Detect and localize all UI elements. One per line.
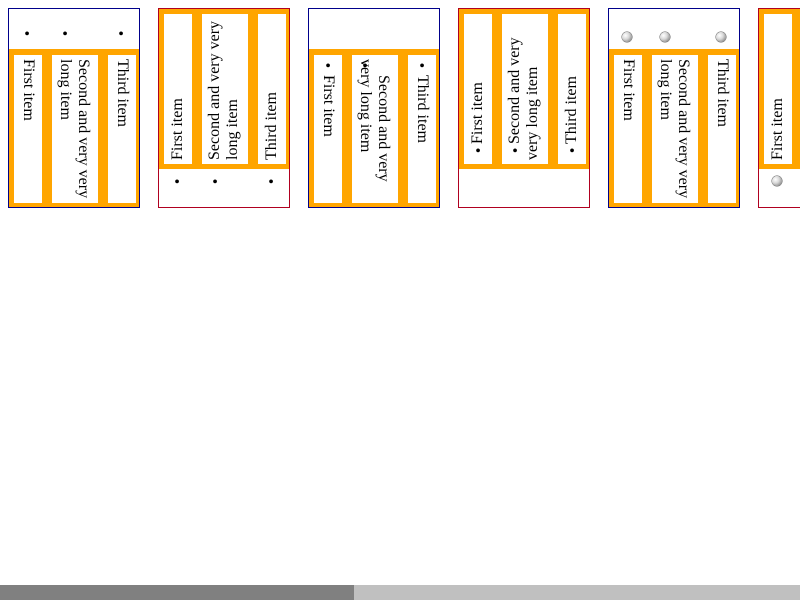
ordered-list: First item Second and very very long ite… [609,49,739,207]
list-item: First item [164,14,192,164]
list-item: First item [614,55,642,203]
list-item-text-third: Third item [414,75,431,143]
bullet-marker-2: • [62,26,68,43]
list-item-text-third: Third item [714,59,731,127]
image-bullet-icon [716,32,726,42]
list-item-text-second: Second and very very long item [506,37,541,160]
list-item-text-first: First item [320,75,337,137]
image-bullet-icon [660,32,670,42]
bullet-marker-inside: • [475,143,481,160]
list-item: Second and very very long item [652,55,698,203]
list-item-text-second: Second and very very long item [206,20,241,160]
list-item-text-first: First item [769,98,786,160]
list-item: First item [764,14,792,164]
list-item-text-third: Third item [563,76,580,144]
list-box-6: First item [758,8,800,208]
image-bullet-icon [622,32,632,42]
list-box-2: First item Second and very very long ite… [158,8,290,208]
image-bullet-icon [772,176,782,186]
ordered-list: First item Second and very very long ite… [159,9,289,169]
list-item: First item • [464,14,492,164]
list-box-3: • First item • Second and very very long… [308,8,440,208]
bullet-marker-inside: • [325,58,331,75]
list-item-text-first: First item [169,98,186,160]
list-item: • First item [314,55,342,203]
list-item: First item [14,55,42,203]
list-item-text-second: Second and very very long item [357,59,392,182]
list-item-text-second: Second and very very long item [657,59,692,199]
list-item: Second and very very long item • [502,14,548,164]
scrollbar-thumb[interactable] [0,585,354,600]
list-item: • Third item [408,55,436,203]
ordered-list: First item [759,9,800,169]
list-box-4: First item • Second and very very long i… [458,8,590,208]
ordered-list: • First item • Second and very very long… [309,49,439,207]
list-item: Third item [108,55,136,203]
ordered-list: First item • Second and very very long i… [459,9,589,169]
test-canvas: • • • First item Second and very very lo… [0,0,800,600]
list-item-text-first: First item [620,59,637,121]
bullet-marker-inside: • [569,143,575,160]
bullet-marker-inside: • [512,143,518,160]
list-item: Third item [258,14,286,164]
horizontal-scrollbar[interactable] [0,585,800,600]
bullet-marker-3: • [268,174,274,191]
bullet-marker-2: • [212,174,218,191]
bullet-marker-1: • [174,174,180,191]
list-box-5: First item Second and very very long ite… [608,8,740,208]
ordered-list: First item Second and very very long ite… [9,49,139,207]
list-item-text-first: First item [20,59,37,121]
list-item: Third item • [558,14,586,164]
list-item: Second and very very long item [52,55,98,203]
list-item: Second and very very long item [202,14,248,164]
list-item-text-third: Third item [263,92,280,160]
bullet-marker-3: • [118,26,124,43]
list-item: • Second and very very long item [352,55,398,203]
list-item: Third item [708,55,736,203]
list-box-1: • • • First item Second and very very lo… [8,8,140,208]
list-item-text-third: Third item [114,59,131,127]
list-item-text-first: First item [469,82,486,144]
bullet-marker-inside: • [419,58,425,75]
list-item-text-second: Second and very very long item [57,59,92,199]
bullet-marker-1: • [24,26,30,43]
